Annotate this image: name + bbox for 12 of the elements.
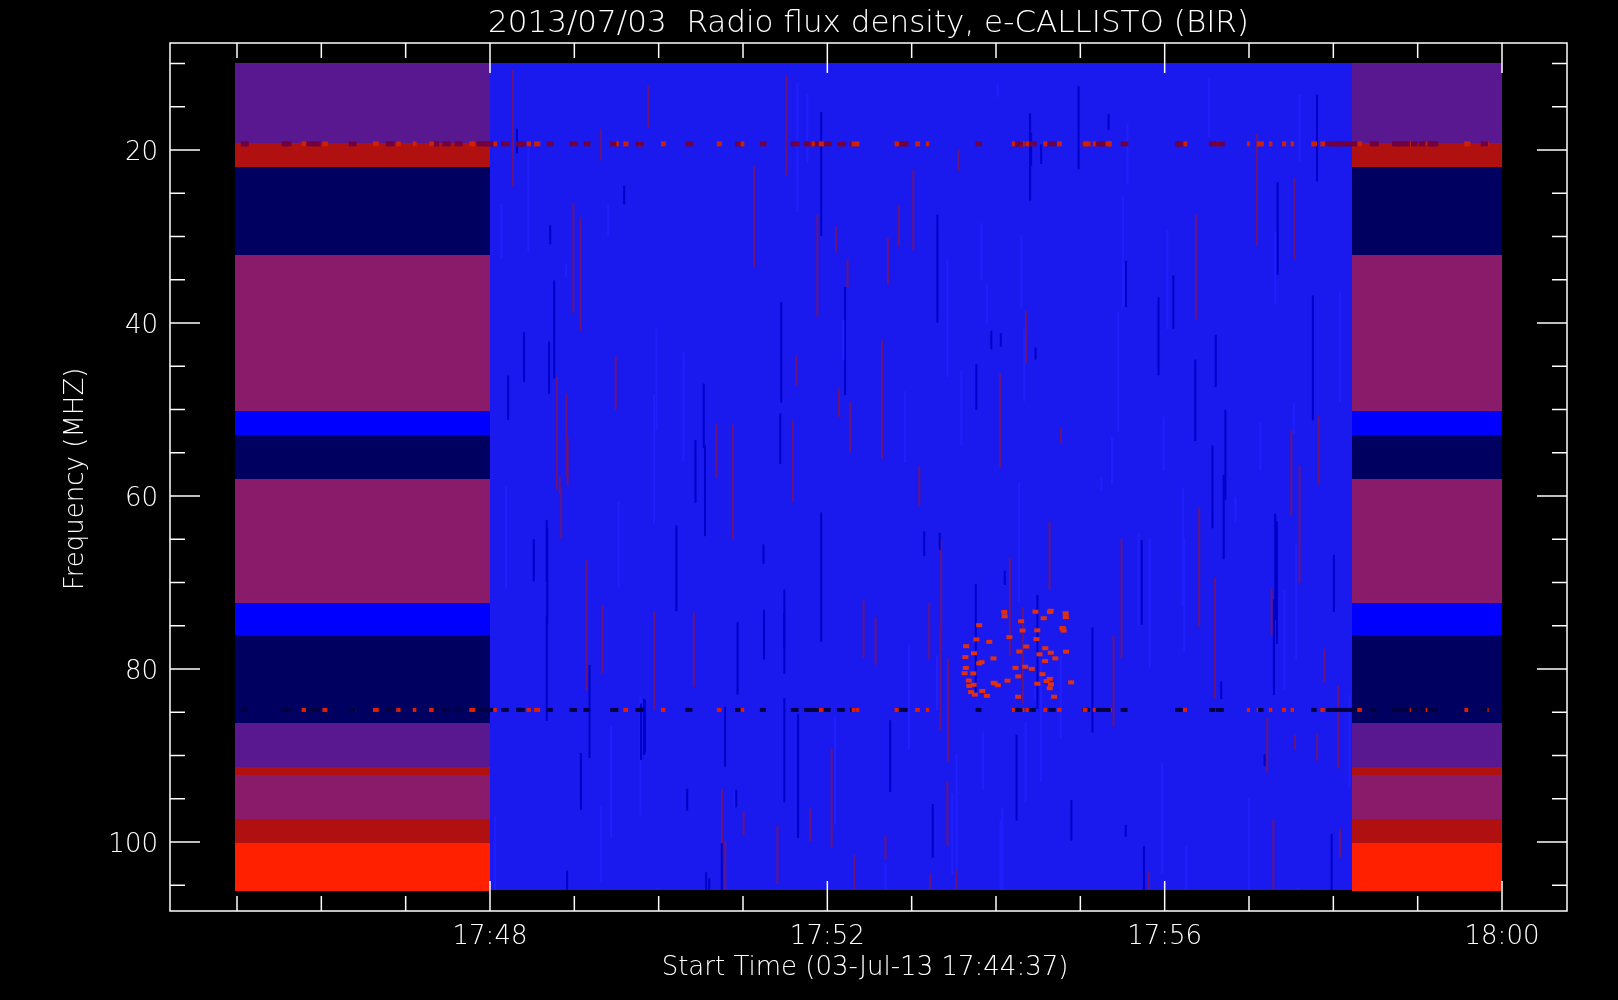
x-tick-label: 17:52 <box>789 920 865 950</box>
y-tick-label: 100 <box>108 828 158 858</box>
y-tick-label: 40 <box>124 309 158 339</box>
y-tick-label: 80 <box>124 655 158 685</box>
x-tick-label: 17:48 <box>452 920 528 950</box>
y-axis-label: Frequency (MHZ) <box>59 367 89 591</box>
chart-title: 2013/07/03 Radio flux density, e-CALLISTO (BIR) <box>488 3 1249 39</box>
x-axis-label: Start Time (03-Jul-13 17:44:37) <box>661 951 1069 981</box>
y-tick-label: 20 <box>124 136 158 166</box>
x-tick-label: 18:00 <box>1464 920 1540 950</box>
x-tick-label: 17:56 <box>1127 920 1203 950</box>
y-tick-label: 60 <box>124 482 158 512</box>
